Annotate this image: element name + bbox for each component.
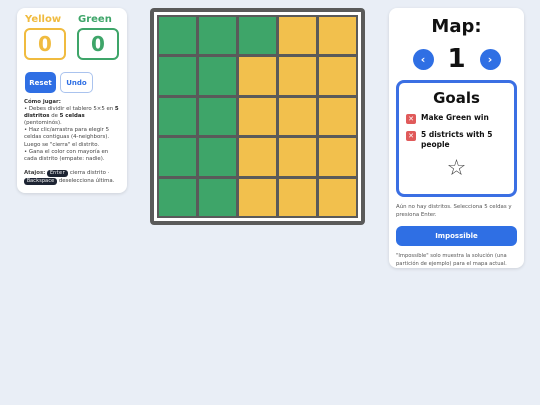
board-cell-green[interactable] — [239, 17, 276, 55]
board-cell-yellow[interactable] — [319, 17, 356, 55]
board-cell-yellow[interactable] — [319, 178, 356, 216]
backspace-key: Backspace — [24, 177, 58, 185]
green-score-value: 0 — [77, 28, 119, 60]
backspace-key-desc: deselecciona última. — [58, 177, 115, 184]
board-cell-yellow[interactable] — [279, 57, 316, 95]
board-cell-yellow[interactable] — [279, 178, 316, 216]
rule-1-text: • Debes dividir el tablero 5×5 en — [24, 106, 115, 113]
board-cell-yellow[interactable] — [279, 138, 316, 176]
board-cell-yellow[interactable] — [239, 138, 276, 176]
board-cell-yellow[interactable] — [279, 97, 316, 136]
rule-3: • Gana el color con mayoría en cada dist… — [24, 148, 109, 162]
rule-1-bold-cells: 5 celdas — [59, 113, 85, 120]
rule-1-text-mid: de — [49, 113, 60, 120]
board-cell-green[interactable] — [199, 17, 236, 55]
goal-text: 5 districts with 5 people — [421, 130, 493, 149]
how-to-play-heading: Cómo jugar: — [24, 99, 61, 105]
board-cell-green[interactable] — [159, 138, 196, 176]
map-navigation: ‹ 1 › — [396, 46, 517, 72]
next-map-button[interactable]: › — [479, 48, 501, 70]
board-grid — [157, 15, 358, 218]
shortcuts: Atajos: Enter cierra distrito · Backspac… — [24, 169, 120, 185]
yellow-score: Yellow 0 — [24, 14, 67, 60]
board-cell-green[interactable] — [199, 57, 236, 95]
board-cell-green[interactable] — [199, 138, 236, 176]
board-cell-yellow[interactable] — [239, 97, 276, 136]
action-buttons: Reset Undo — [25, 72, 120, 93]
game-board — [150, 8, 365, 225]
board-cell-green[interactable] — [199, 97, 236, 136]
map-number: 1 — [447, 44, 466, 74]
impossible-button[interactable]: Impossible — [396, 226, 517, 246]
chevron-right-icon: › — [487, 52, 493, 66]
goals-title: Goals — [433, 89, 480, 107]
rule-1: • Debes dividir el tablero 5×5 en 5 dist… — [24, 106, 120, 127]
board-cell-green[interactable] — [159, 17, 196, 55]
board-cell-green[interactable] — [159, 57, 196, 95]
how-to-play: Cómo jugar: • Debes dividir el tablero 5… — [24, 99, 120, 163]
board-cell-green[interactable] — [199, 178, 236, 216]
enter-key: Enter — [47, 169, 69, 177]
enter-key-desc: cierra distrito · — [69, 169, 110, 176]
green-score: Green 0 — [77, 14, 120, 60]
undo-button[interactable]: Undo — [60, 72, 93, 93]
star-outline-icon: ☆ — [446, 156, 467, 181]
map-title: Map: — [431, 16, 482, 37]
board-cell-green[interactable] — [159, 97, 196, 136]
board-cell-green[interactable] — [159, 178, 196, 216]
status-text: Aún no hay distritos. Selecciona 5 celda… — [396, 204, 512, 218]
board-cell-yellow[interactable] — [239, 178, 276, 216]
yellow-score-label: Yellow — [25, 14, 62, 25]
goal-item: ✕ 5 districts with 5 people — [406, 130, 507, 150]
controls-panel: Yellow 0 Green 0 Reset Undo Cómo jugar: … — [17, 8, 127, 193]
board-cell-yellow[interactable] — [319, 57, 356, 95]
impossible-footnote: "Impossible" solo muestra la solución (u… — [396, 253, 507, 267]
unmet-x-icon: ✕ — [406, 131, 416, 141]
prev-map-button[interactable]: ‹ — [412, 48, 434, 70]
board-cell-yellow[interactable] — [319, 97, 356, 136]
board-cell-yellow[interactable] — [279, 17, 316, 55]
goals-box: Goals ✕ Make Green win ✕ 5 districts wit… — [396, 80, 517, 197]
score-section: Yellow 0 Green 0 — [24, 14, 120, 60]
rule-1-text-end: (pentominós). — [24, 120, 62, 127]
board-frame — [154, 12, 361, 221]
goal-text: Make Green win — [421, 113, 489, 122]
green-score-label: Green — [78, 14, 112, 25]
rule-2: • Haz clic/arrastra para elegir 5 celdas… — [24, 127, 110, 148]
goal-item: ✕ Make Green win — [406, 113, 507, 124]
map-panel: Map: ‹ 1 › Goals ✕ Make Green win ✕ 5 di… — [389, 8, 524, 268]
board-cell-yellow[interactable] — [319, 138, 356, 176]
board-cell-yellow[interactable] — [239, 57, 276, 95]
reset-button[interactable]: Reset — [25, 72, 56, 93]
unmet-x-icon: ✕ — [406, 114, 416, 124]
chevron-left-icon: ‹ — [420, 52, 426, 66]
shortcuts-label: Atajos: — [24, 169, 46, 176]
yellow-score-value: 0 — [24, 28, 66, 60]
